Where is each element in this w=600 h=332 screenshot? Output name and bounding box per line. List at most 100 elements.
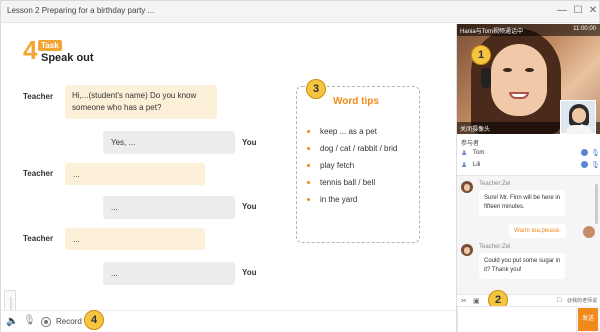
camera-toggle[interactable]: 关闭摄像头 xyxy=(460,124,490,133)
participant-row[interactable]: ♟ Tom 🎙 xyxy=(461,149,600,159)
app-window: Lesson 2 Preparing for a birthday party … xyxy=(0,0,600,332)
chat-scrollbar[interactable] xyxy=(595,184,598,224)
word-tip-text: in the yard xyxy=(320,195,358,204)
you-bubble[interactable]: ... xyxy=(103,196,235,219)
maximize-icon[interactable]: ☐ xyxy=(571,4,585,18)
task-subtitle: Speak out xyxy=(41,52,94,64)
fullscreen-icon[interactable]: ⛶ xyxy=(589,123,594,131)
callout-badge-3: 3 xyxy=(306,79,326,99)
bullet-icon xyxy=(307,198,310,202)
bubble-text: ... xyxy=(111,269,118,278)
user-icon: ♟ xyxy=(461,150,468,157)
teacher-bubble[interactable]: ... xyxy=(65,163,205,185)
message-bubble: Sure! Mr. Finn will be here in fifteen m… xyxy=(479,190,566,216)
camera-icon[interactable] xyxy=(581,149,588,156)
callout-badge-4: 4 xyxy=(84,310,104,330)
microphone-icon[interactable]: 🎙 xyxy=(23,315,36,326)
minimize-icon[interactable]: — xyxy=(555,4,569,18)
message-text: Warm tea,please. xyxy=(514,228,561,234)
send-button[interactable]: 发送 xyxy=(578,308,598,331)
lesson-panel: 4 Task Speak out Teacher Hi,...(student'… xyxy=(1,24,456,332)
you-bubble[interactable]: ... xyxy=(103,262,235,285)
word-tip-item: tennis ball / bell xyxy=(307,178,397,195)
task-number: 4 xyxy=(23,35,38,65)
task-heading: 4 Task Speak out xyxy=(23,35,103,68)
video-header: Hania与Tom视频通话中 11:00:00 xyxy=(457,24,600,36)
video-eye xyxy=(525,68,534,72)
chat-input[interactable] xyxy=(457,306,577,332)
title-bar: Lesson 2 Preparing for a birthday party … xyxy=(1,1,599,23)
avatar xyxy=(461,181,473,193)
microphone-icon[interactable]: 🎙 xyxy=(591,161,600,169)
word-tip-item: keep ... as a pet xyxy=(307,127,397,144)
word-tips-title: Word tips xyxy=(333,96,379,107)
speaker-teacher: Teacher xyxy=(23,169,54,178)
bullet-icon xyxy=(307,147,310,151)
record-icon[interactable] xyxy=(41,317,51,327)
message-sender: Teacher:Zel xyxy=(479,181,511,187)
video-title: Hania与Tom视频通话中 xyxy=(460,29,524,35)
bubble-text: ... xyxy=(73,170,80,179)
word-tip-item: in the yard xyxy=(307,195,397,212)
bubble-text: ... xyxy=(73,235,80,244)
word-tip-text: keep ... as a pet xyxy=(320,127,377,136)
message-bubble: Could you put some sugar in it? Thank yo… xyxy=(479,253,566,279)
video-eye xyxy=(503,68,512,72)
participant-name: Tom xyxy=(473,150,485,156)
participant-row[interactable]: ♟ Lili 🎙 xyxy=(461,161,600,171)
scissors-icon[interactable]: ✂ xyxy=(461,297,467,305)
side-panel: Hania与Tom视频通话中 11:00:00 关闭摄像头 ✥ ⛶ 1 参与者 … xyxy=(457,24,600,332)
avatar xyxy=(583,226,595,238)
bottom-toolbar: 🔈 🎙 Record 4 xyxy=(1,310,456,332)
task-tag: Task xyxy=(38,40,62,51)
bullet-icon xyxy=(307,164,310,168)
self-view-face xyxy=(572,108,586,123)
teacher-bubble[interactable]: ... xyxy=(65,228,205,250)
record-label[interactable]: Record xyxy=(56,317,82,326)
user-icon: ♟ xyxy=(461,162,468,169)
word-tip-text: play fetch xyxy=(320,161,355,170)
participants-label: 参与者 xyxy=(461,141,480,147)
chat-toolbar: ✂ ▣ □ @我的老师说 xyxy=(457,294,600,306)
word-tip-item: dog / cat / rabbit / brid xyxy=(307,144,397,161)
bubble-text: ... xyxy=(111,203,118,212)
tool-text[interactable]: @我的老师说 xyxy=(567,297,597,304)
callout-badge-1: 1 xyxy=(471,45,491,65)
camera-icon[interactable] xyxy=(581,161,588,168)
message-line: it? Thank you! xyxy=(484,267,522,273)
settings-icon[interactable]: ✥ xyxy=(579,123,585,131)
word-tips-list: keep ... as a pet dog / cat / rabbit / b… xyxy=(307,127,397,212)
bubble-line: someone who has a pet? xyxy=(72,103,162,112)
speaker-you: You xyxy=(242,268,257,277)
video-time: 11:00:00 xyxy=(573,26,596,32)
message-line: Could you put some sugar in xyxy=(484,258,561,264)
speaker-you: You xyxy=(242,202,257,211)
speaker-teacher: Teacher xyxy=(23,92,54,101)
bubble-text: Yes, ... xyxy=(111,138,136,147)
speaker-you: You xyxy=(242,138,257,147)
word-tips-box: Word tips keep ... as a pet dog / cat / … xyxy=(296,86,420,243)
participant-name: Lili xyxy=(473,162,481,168)
chat-bubble-icon[interactable]: □ xyxy=(557,297,561,304)
video-call[interactable]: Hania与Tom视频通话中 11:00:00 关闭摄像头 ✥ ⛶ xyxy=(457,24,600,134)
word-tip-text: dog / cat / rabbit / brid xyxy=(320,144,398,153)
word-tip-text: tennis ball / bell xyxy=(320,178,376,187)
participants-panel: 参与者 ♟ Tom 🎙 ♟ Lili 🎙 xyxy=(457,134,600,176)
close-icon[interactable]: ✕ xyxy=(586,4,600,18)
word-tip-item: play fetch xyxy=(307,161,397,178)
bullet-icon xyxy=(307,130,310,134)
bullet-icon xyxy=(307,181,310,185)
headset-icon xyxy=(481,68,491,88)
speaker-icon[interactable]: 🔈 xyxy=(6,316,18,327)
you-bubble[interactable]: Yes, ... xyxy=(103,131,235,154)
chat-panel: Teacher:Zel Sure! Mr. Finn will be here … xyxy=(457,176,600,294)
window-title: Lesson 2 Preparing for a birthday party … xyxy=(7,6,155,15)
speaker-teacher: Teacher xyxy=(23,234,54,243)
microphone-icon[interactable]: 🎙 xyxy=(591,149,600,157)
teacher-bubble[interactable]: Hi,...(student's name) Do you know someo… xyxy=(65,85,217,119)
message-sender: Teacher:Zel xyxy=(479,244,511,250)
image-icon[interactable]: ▣ xyxy=(473,297,480,305)
message-line: Sure! Mr. Finn will be here in xyxy=(484,195,561,201)
video-face xyxy=(491,44,547,116)
own-message-bubble: Warm tea,please. xyxy=(509,224,566,238)
